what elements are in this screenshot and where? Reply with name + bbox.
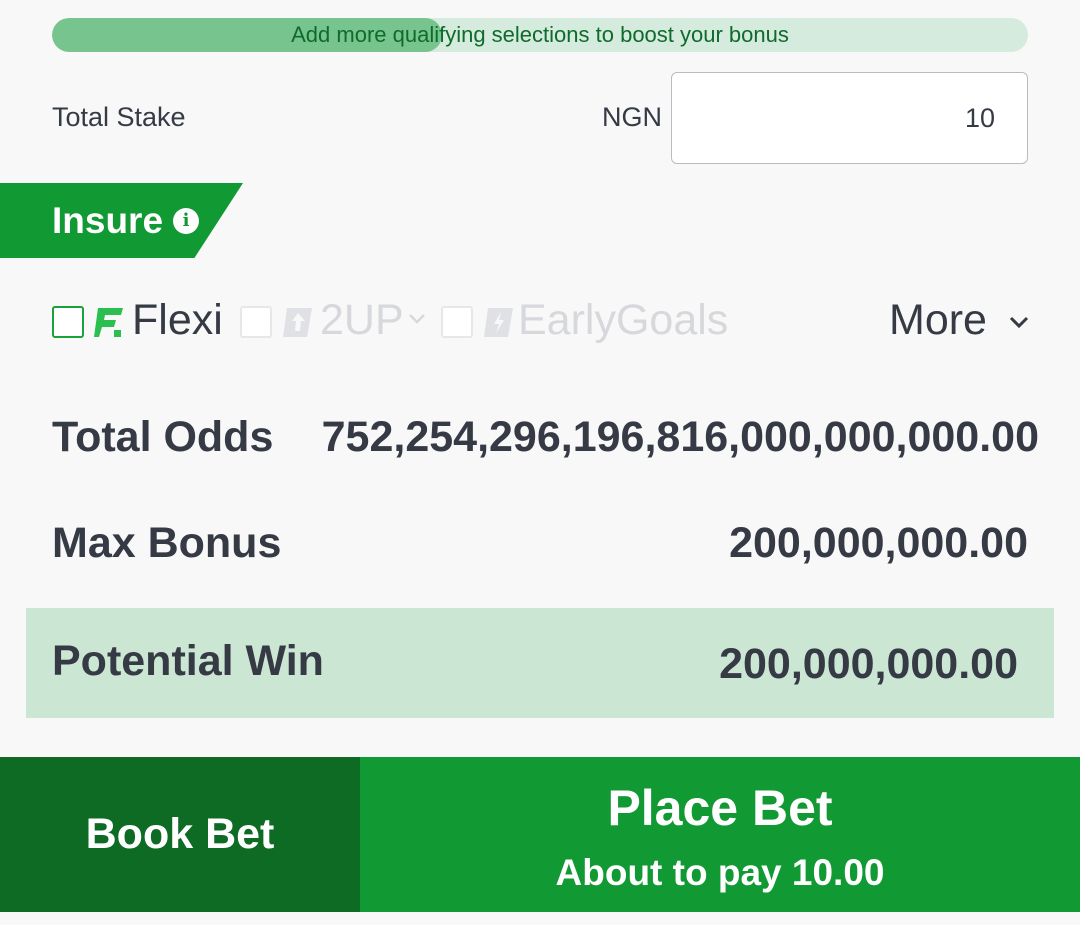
total-odds-value: 752,254,296,196,816,000,000,000.00 bbox=[321, 413, 1039, 461]
two-up-checkbox[interactable] bbox=[240, 306, 272, 338]
info-icon[interactable]: i bbox=[173, 207, 200, 234]
book-bet-label: Book Bet bbox=[85, 810, 275, 858]
more-options-button[interactable]: More bbox=[889, 296, 987, 345]
early-goals-checkbox[interactable] bbox=[441, 306, 473, 338]
two-up-label: 2UP bbox=[320, 296, 404, 344]
early-goals-label: EarlyGoals bbox=[518, 296, 729, 344]
total-odds-label: Total Odds bbox=[52, 413, 274, 461]
place-bet-amount: About to pay 10.00 bbox=[555, 852, 885, 893]
potential-win-label: Potential Win bbox=[52, 637, 324, 685]
stake-input[interactable] bbox=[671, 72, 1028, 164]
bonus-progress-bar: Add more qualifying selections to boost … bbox=[52, 18, 1028, 52]
flexi-checkbox[interactable] bbox=[52, 306, 84, 338]
potential-win-value: 200,000,000.00 bbox=[719, 640, 1018, 688]
chevron-down-icon[interactable] bbox=[1008, 315, 1030, 329]
currency-label: NGN bbox=[602, 102, 662, 132]
betslip-panel: Add more qualifying selections to boost … bbox=[0, 0, 1080, 925]
flexi-label: Flexi bbox=[132, 296, 223, 344]
early-goals-icon bbox=[484, 308, 513, 337]
insure-label: Insure bbox=[52, 199, 164, 241]
insure-tab[interactable]: Insure i bbox=[0, 183, 243, 258]
chevron-down-icon[interactable] bbox=[408, 313, 426, 325]
max-bonus-label: Max Bonus bbox=[52, 519, 282, 567]
place-bet-button[interactable]: Place Bet About to pay 10.00 bbox=[360, 757, 1080, 912]
two-up-icon bbox=[283, 308, 312, 337]
book-bet-button[interactable]: Book Bet bbox=[0, 757, 360, 912]
place-bet-label: Place Bet bbox=[607, 780, 833, 836]
bonus-progress-message: Add more qualifying selections to boost … bbox=[291, 22, 789, 47]
flexi-icon bbox=[94, 308, 123, 337]
max-bonus-value: 200,000,000.00 bbox=[729, 519, 1028, 567]
total-stake-label: Total Stake bbox=[52, 102, 186, 132]
